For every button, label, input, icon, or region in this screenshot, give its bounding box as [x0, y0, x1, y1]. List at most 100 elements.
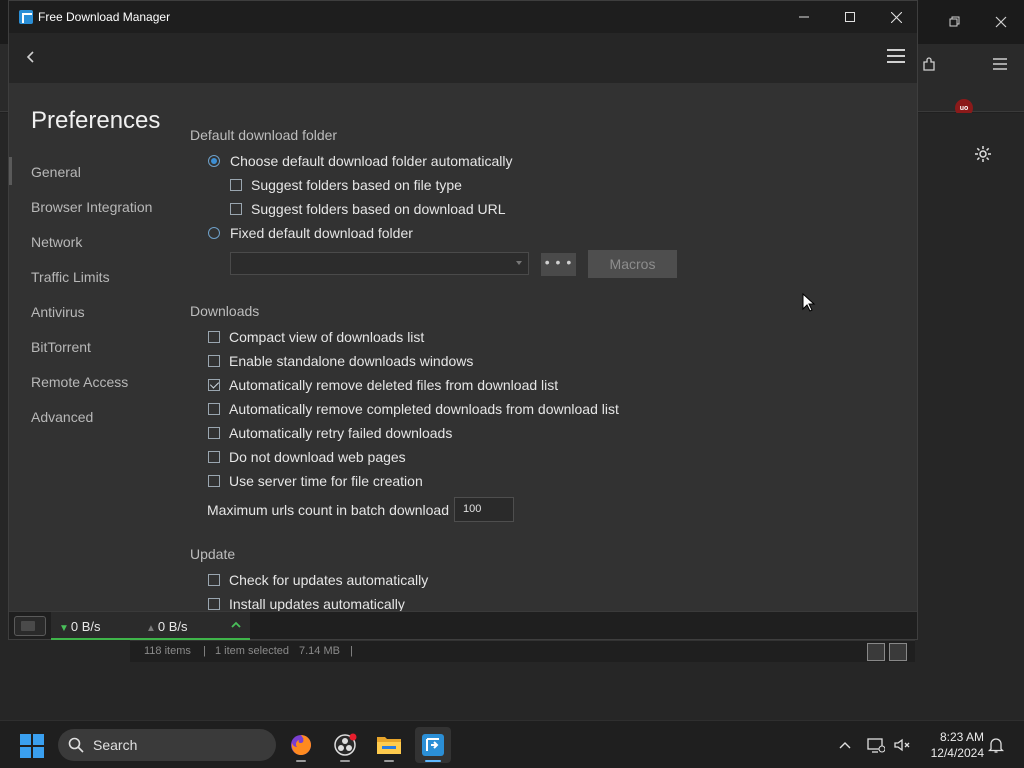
checkbox-remove-completed[interactable]: Automatically remove completed downloads…	[208, 401, 619, 417]
windows-start-icon[interactable]	[20, 734, 44, 758]
tile-view-icon[interactable]	[889, 643, 907, 661]
checkbox[interactable]	[208, 574, 220, 586]
selected-size: 7.14 MB	[299, 645, 340, 657]
checkbox-suggest-url[interactable]: Suggest folders based on download URL	[230, 201, 506, 217]
radio-label: Choose default download folder automatic…	[230, 153, 513, 169]
checkbox-label: Use server time for file creation	[229, 473, 423, 489]
mouse-cursor-icon	[802, 293, 816, 312]
arrow-up-icon: ▲	[146, 623, 156, 634]
max-urls-input[interactable]: 100	[454, 497, 514, 522]
checkbox-label: Automatically remove deleted files from …	[229, 377, 559, 393]
notification-bell-icon[interactable]	[985, 721, 1007, 768]
firefox-app-icon[interactable]	[283, 727, 319, 763]
taskbar-search[interactable]: Search	[58, 729, 276, 761]
checkbox-retry-failed[interactable]: Automatically retry failed downloads	[208, 425, 452, 441]
checkbox[interactable]	[208, 379, 220, 391]
download-speed: ▼ 0 B/s	[59, 619, 101, 634]
checkbox-no-web-pages[interactable]: Do not download web pages	[208, 449, 406, 465]
chevron-left-icon	[26, 51, 34, 63]
close-icon	[890, 11, 902, 23]
browser-menu-icon[interactable]	[985, 49, 1015, 79]
checkbox[interactable]	[208, 475, 220, 487]
volume-muted-icon[interactable]	[891, 721, 913, 768]
minimize-button[interactable]	[781, 1, 827, 33]
app-logo-icon	[19, 10, 33, 24]
nav-item-antivirus[interactable]: Antivirus	[31, 304, 85, 320]
radio-fixed-folder[interactable]: Fixed default download folder	[208, 225, 413, 241]
close-button[interactable]	[873, 1, 919, 33]
page-title: Preferences	[31, 107, 161, 134]
titlebar: Free Download Manager	[9, 1, 917, 33]
items-count: 118 items	[144, 645, 191, 657]
checkbox[interactable]	[208, 355, 220, 367]
checkbox[interactable]	[208, 598, 220, 610]
clock-time: 8:23 AM	[939, 730, 984, 744]
checkbox[interactable]	[230, 203, 242, 215]
arrow-down-icon: ▼	[59, 623, 69, 634]
checkbox-suggest-type[interactable]: Suggest folders based on file type	[230, 177, 462, 193]
checkbox-label: Check for updates automatically	[229, 572, 429, 588]
upload-speed: ▲ 0 B/s	[146, 619, 188, 634]
browse-button[interactable]: • • •	[541, 253, 576, 276]
nav-item-traffic-limits[interactable]: Traffic Limits	[31, 269, 110, 285]
chevron-down-icon	[516, 261, 522, 265]
nav-item-remote-access[interactable]: Remote Access	[31, 374, 128, 390]
nav-item-browser-integration[interactable]: Browser Integration	[31, 199, 152, 215]
checkbox-label: Automatically remove completed downloads…	[229, 401, 619, 417]
divider: |	[203, 645, 206, 657]
fdm-window: Free Download Manager Preferences Genera…	[8, 0, 918, 640]
background-status-panel: 118 items | 1 item selected 7.14 MB |	[130, 640, 915, 662]
checkbox[interactable]	[230, 179, 242, 191]
obs-app-icon[interactable]	[327, 727, 363, 763]
checkbox[interactable]	[208, 331, 220, 343]
chevron-up-icon[interactable]	[229, 618, 243, 632]
divider: |	[350, 645, 353, 657]
extensions-icon[interactable]	[914, 49, 944, 79]
file-explorer-app-icon[interactable]	[371, 727, 407, 763]
max-urls-label: Maximum urls count in batch download	[207, 502, 450, 518]
restore-icon[interactable]	[940, 7, 970, 37]
nav-item-bittorrent[interactable]: BitTorrent	[31, 339, 91, 355]
checkbox-install-updates[interactable]: Install updates automatically	[208, 596, 405, 611]
checkbox-label: Do not download web pages	[229, 449, 406, 465]
fdm-app-icon[interactable]	[415, 727, 451, 763]
nav-selected-indicator	[9, 157, 12, 185]
close-icon[interactable]	[986, 7, 1016, 37]
network-icon[interactable]	[865, 721, 887, 768]
checkbox-compact-view[interactable]: Compact view of downloads list	[208, 329, 424, 345]
section-title-downloads: Downloads	[190, 303, 260, 319]
checkbox[interactable]	[208, 427, 220, 439]
list-view-icon[interactable]	[867, 643, 885, 661]
menu-icon[interactable]	[887, 49, 905, 63]
window-title: Free Download Manager	[38, 10, 171, 24]
chevron-up-icon[interactable]	[834, 721, 856, 768]
radio-button[interactable]	[208, 155, 220, 167]
speed-panel[interactable]: ▼ 0 B/s ▲ 0 B/s	[51, 612, 250, 640]
checkbox-server-time[interactable]: Use server time for file creation	[208, 473, 423, 489]
back-button[interactable]	[19, 45, 43, 69]
checkbox-standalone-windows[interactable]: Enable standalone downloads windows	[208, 353, 473, 369]
app-header	[9, 33, 917, 83]
status-bar: ▼ 0 B/s ▲ 0 B/s	[9, 611, 917, 640]
maximize-button[interactable]	[827, 1, 873, 33]
clock-date: 12/4/2024	[930, 746, 984, 760]
nav-item-network[interactable]: Network	[31, 234, 82, 250]
maximize-icon	[845, 12, 855, 22]
folder-select[interactable]	[230, 252, 529, 275]
macros-button[interactable]: Macros	[588, 250, 677, 278]
checkbox-check-updates[interactable]: Check for updates automatically	[208, 572, 428, 588]
radio-auto-folder[interactable]: Choose default download folder automatic…	[208, 153, 513, 169]
checkbox[interactable]	[208, 451, 220, 463]
section-title-update: Update	[190, 546, 236, 562]
section-title-default-folder: Default download folder	[190, 127, 338, 143]
taskbar: Search 8:23 AM 12/4/2024	[0, 720, 1024, 768]
radio-button[interactable]	[208, 227, 220, 239]
nav-item-advanced[interactable]: Advanced	[31, 409, 93, 425]
search-icon	[68, 737, 84, 753]
snail-mode-icon[interactable]	[14, 616, 46, 636]
checkbox[interactable]	[208, 403, 220, 415]
nav-item-general[interactable]: General	[31, 164, 81, 180]
gear-icon[interactable]	[968, 139, 998, 169]
checkbox-remove-deleted[interactable]: Automatically remove deleted files from …	[208, 377, 558, 393]
clock[interactable]: 8:23 AM 12/4/2024	[914, 729, 984, 761]
